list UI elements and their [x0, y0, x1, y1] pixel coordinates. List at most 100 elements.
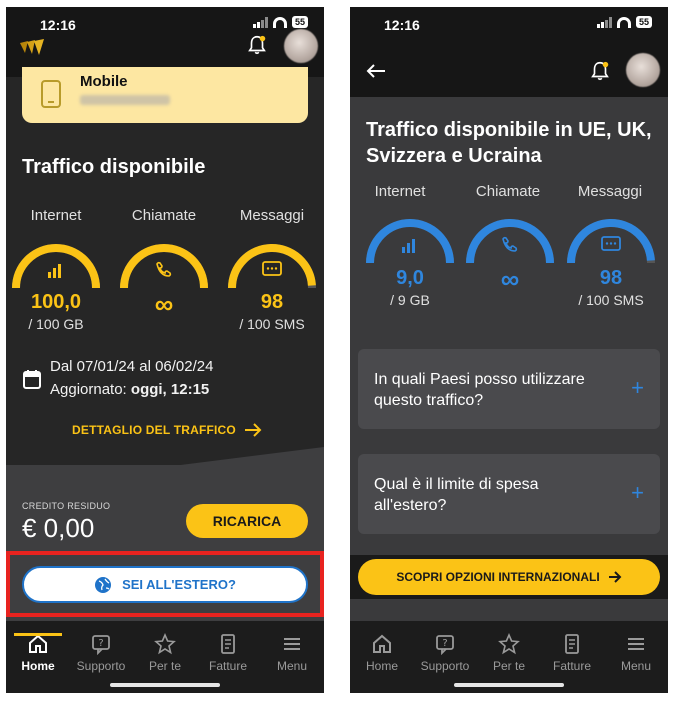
col-label-internet: Internet — [30, 207, 82, 224]
status-bar: 12:16 55 — [350, 7, 668, 33]
nav-invoices[interactable]: Fatture — [540, 633, 604, 673]
internet-bars-icon — [48, 264, 61, 278]
bottom-nav: Home ? Supporto Per te Fatture Menu — [6, 621, 324, 693]
recharge-button[interactable]: RICARICA — [186, 504, 308, 538]
support-chat-icon: ? — [436, 635, 454, 655]
user-avatar[interactable] — [284, 29, 318, 63]
faq-question: In quali Paesi posso utilizzare questo t… — [374, 371, 585, 409]
status-icons: 55 — [596, 16, 652, 28]
invoice-icon — [565, 634, 579, 654]
calls-gauge — [120, 244, 208, 289]
col-label-internet: Internet — [374, 183, 426, 200]
status-bar: 12:16 55 — [6, 7, 324, 33]
internet-gauge — [366, 219, 454, 264]
signal-icon — [596, 16, 612, 28]
notification-bell-icon[interactable] — [589, 60, 611, 82]
updated-text: Aggiornato: oggi, 12:15 — [50, 381, 209, 398]
phone-handset-icon — [502, 236, 518, 252]
plus-icon: + — [631, 480, 644, 505]
phone-handset-icon — [156, 261, 172, 277]
wifi-icon — [616, 16, 631, 28]
internet-unit: / 100 GB — [28, 316, 84, 332]
nav-for-you-label: Per te — [492, 659, 525, 673]
calls-gauge — [466, 219, 554, 264]
home-icon — [373, 634, 391, 653]
nav-menu-label: Menu — [620, 659, 652, 673]
notification-bell-icon[interactable] — [246, 34, 268, 56]
plus-icon: + — [631, 375, 644, 400]
nav-menu-label: Menu — [276, 659, 308, 673]
updated-label: Aggiornato: — [50, 381, 127, 398]
hamburger-menu-icon — [284, 638, 300, 650]
nav-invoices-label: Fatture — [552, 659, 591, 673]
arrow-right-icon — [608, 571, 622, 583]
star-icon — [498, 633, 520, 655]
nav-menu[interactable]: Menu — [260, 633, 324, 673]
nav-home[interactable]: Home — [350, 633, 414, 673]
home-indicator — [110, 683, 220, 687]
nav-for-you[interactable]: Per te — [133, 633, 197, 673]
faq-spend-limit[interactable]: Qual è il limite di spesa all'estero? + — [358, 454, 660, 534]
sms-unit: / 100 SMS — [578, 292, 644, 308]
nav-home-label: Home — [21, 659, 55, 673]
page-title: Traffico disponibile — [22, 156, 206, 178]
updated-value: oggi, 12:15 — [130, 381, 210, 398]
international-options-label: SCOPRI OPZIONI INTERNAZIONALI — [396, 570, 600, 584]
brand-logo-icon — [20, 39, 44, 55]
international-options-button[interactable]: SCOPRI OPZIONI INTERNAZIONALI — [358, 559, 660, 595]
nav-invoices-label: Fatture — [208, 659, 247, 673]
col-label-sms: Messaggi — [577, 183, 643, 200]
mobile-line-card[interactable]: Mobile — [22, 67, 308, 123]
internet-gauge — [12, 244, 100, 289]
bottom-nav: Home ? Supporto Per te Fatture Menu — [350, 621, 668, 693]
calls-value: ∞ — [154, 289, 174, 319]
sms-gauge — [228, 244, 316, 289]
nav-home-label: Home — [365, 659, 398, 673]
status-time: 12:16 — [384, 17, 420, 33]
hamburger-menu-icon — [628, 638, 644, 650]
internet-unit: / 9 GB — [390, 292, 430, 308]
user-avatar[interactable] — [626, 53, 660, 87]
phone-number-redacted — [80, 95, 170, 105]
phone-screen-home: 12:16 55 Mobile Traffico disponibile Int… — [6, 7, 324, 693]
nav-home[interactable]: Home — [6, 633, 70, 673]
traffic-detail-label: DETTAGLIO DEL TRAFFICO — [72, 423, 236, 437]
nav-for-you[interactable]: Per te — [477, 633, 541, 673]
nav-invoices[interactable]: Fatture — [196, 633, 260, 673]
faq-countries[interactable]: In quali Paesi posso utilizzare questo t… — [358, 349, 660, 429]
back-arrow-icon[interactable] — [366, 63, 386, 79]
message-bubble-icon — [601, 236, 621, 251]
col-label-calls: Chiamate — [131, 207, 197, 224]
credit-label: CREDITO RESIDUO — [22, 501, 111, 511]
nav-support[interactable]: ? Supporto — [69, 633, 133, 673]
traffic-detail-link[interactable]: DETTAGLIO DEL TRAFFICO — [72, 423, 262, 437]
col-label-calls: Chiamate — [475, 183, 541, 200]
internet-bars-icon — [402, 239, 415, 253]
svg-text:?: ? — [98, 638, 103, 649]
nav-support-label: Supporto — [76, 659, 126, 673]
internet-value: 100,0 — [30, 291, 82, 313]
arrow-right-icon — [244, 423, 262, 437]
smartphone-icon — [41, 80, 61, 108]
sms-gauge — [567, 219, 655, 264]
nav-menu[interactable]: Menu — [604, 633, 668, 673]
star-icon — [154, 633, 176, 655]
line-type: Mobile — [80, 73, 128, 90]
invoice-icon — [221, 634, 235, 654]
period-text: Dal 07/01/24 al 06/02/24 — [50, 358, 214, 375]
page-title: Traffico disponibile in UE, UK, Svizzera… — [366, 119, 652, 167]
status-icons: 55 — [252, 16, 308, 28]
home-indicator — [454, 683, 564, 687]
sms-value: 98 — [260, 291, 284, 313]
nav-for-you-label: Per te — [148, 659, 181, 673]
nav-support-label: Supporto — [420, 659, 470, 673]
nav-support[interactable]: ? Supporto — [413, 633, 477, 673]
faq-question: Qual è il limite di spesa all'estero? — [374, 476, 539, 514]
col-label-sms: Messaggi — [239, 207, 305, 224]
battery-icon: 55 — [635, 16, 652, 28]
home-icon — [29, 634, 47, 653]
sms-unit: / 100 SMS — [239, 316, 305, 332]
support-chat-icon: ? — [92, 635, 110, 655]
sms-value: 98 — [599, 267, 623, 289]
battery-icon: 55 — [291, 16, 308, 28]
